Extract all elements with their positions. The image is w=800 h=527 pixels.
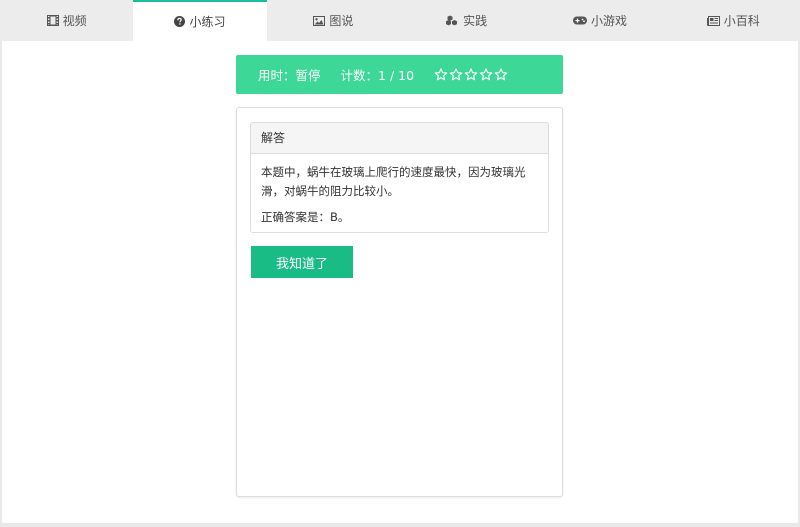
app-frame: 视频 小练习 图说 实践 小游戏 小百科 用时：暂停 计数：1 / 10 解答 … (0, 0, 800, 527)
answer-panel-title: 解答 (251, 123, 548, 154)
tab-exercise[interactable]: 小练习 (133, 0, 267, 41)
star-empty-icon (494, 68, 508, 81)
star-empty-icon (464, 68, 478, 81)
star-empty-icon (434, 68, 448, 81)
star-empty-icon (479, 68, 493, 81)
main-content: 用时：暂停 计数：1 / 10 解答 本题中，蜗牛在玻璃上爬行的速度最快，因为玻… (2, 41, 798, 523)
film-icon (46, 15, 59, 26)
tab-label: 小游戏 (590, 14, 627, 28)
tab-encyclopedia[interactable]: 小百科 (667, 0, 800, 41)
tab-label: 小百科 (723, 14, 760, 28)
tab-label: 实践 (463, 14, 488, 28)
question-circle-icon (174, 16, 186, 27)
answer-panel: 解答 本题中，蜗牛在玻璃上爬行的速度最快，因为玻璃光滑，对蜗牛的阻力比较小。 正… (250, 122, 549, 233)
image-icon (313, 15, 326, 26)
elapsed-time: 用时：暂停 (258, 68, 321, 83)
tab-video[interactable]: 视频 (0, 0, 133, 41)
star-empty-icon (449, 68, 463, 81)
correct-answer: 正确答案是：B。 (261, 210, 350, 224)
newspaper-icon (706, 15, 720, 26)
exercise-card: 解答 本题中，蜗牛在玻璃上爬行的速度最快，因为玻璃光滑，对蜗牛的阻力比较小。 正… (236, 107, 563, 497)
tab-practice[interactable]: 实践 (400, 0, 533, 41)
quiz-status-bar: 用时：暂停 计数：1 / 10 (236, 55, 563, 94)
tab-label: 小练习 (189, 15, 226, 29)
tab-bar: 视频 小练习 图说 实践 小游戏 小百科 (0, 0, 800, 41)
gamepad-icon (572, 16, 587, 25)
question-counter: 计数：1 / 10 (340, 68, 415, 83)
cubes-icon (446, 15, 459, 26)
answer-explanation: 本题中，蜗牛在玻璃上爬行的速度最快，因为玻璃光滑，对蜗牛的阻力比较小。 (261, 165, 526, 198)
answer-panel-body: 本题中，蜗牛在玻璃上爬行的速度最快，因为玻璃光滑，对蜗牛的阻力比较小。 正确答案… (251, 154, 548, 227)
tab-game[interactable]: 小游戏 (533, 0, 666, 41)
got-it-button[interactable]: 我知道了 (251, 246, 353, 278)
tab-label: 图说 (329, 14, 354, 28)
star-rating (434, 68, 508, 81)
tab-label: 视频 (62, 14, 87, 28)
tab-illustration[interactable]: 图说 (267, 0, 400, 41)
